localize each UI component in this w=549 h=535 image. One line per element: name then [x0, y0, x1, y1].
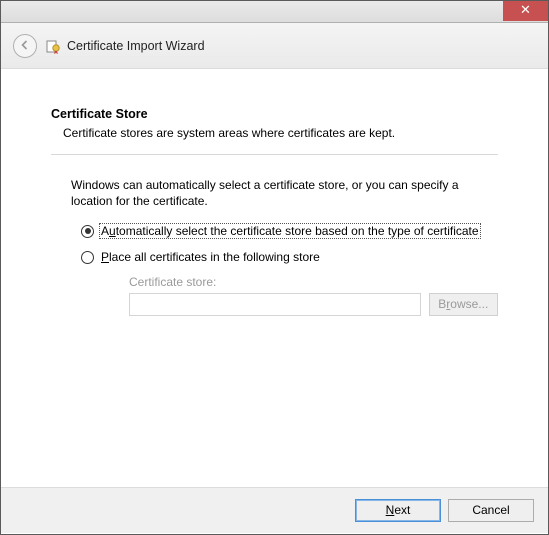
store-block: Certificate store: Browse... [129, 275, 498, 316]
radio-icon [81, 251, 94, 264]
radio-place-label: Place all certificates in the following … [99, 249, 322, 265]
divider [51, 154, 498, 155]
arrow-left-icon [19, 38, 31, 54]
radio-place-store[interactable]: Place all certificates in the following … [81, 249, 498, 265]
footer: Next Cancel [1, 487, 548, 533]
browse-button: Browse... [429, 293, 498, 316]
wizard-header: Certificate Import Wizard [1, 23, 548, 69]
wizard-title: Certificate Import Wizard [67, 39, 205, 53]
section-title: Certificate Store [51, 107, 498, 121]
close-button[interactable]: ✕ [503, 1, 548, 21]
certificate-wizard-icon [45, 38, 61, 54]
radio-group: Automatically select the certificate sto… [81, 223, 498, 316]
back-button[interactable] [13, 34, 37, 58]
radio-icon [81, 225, 94, 238]
radio-auto-select[interactable]: Automatically select the certificate sto… [81, 223, 498, 239]
radio-auto-label: Automatically select the certificate sto… [99, 223, 481, 239]
section-description: Certificate stores are system areas wher… [63, 126, 498, 140]
next-button[interactable]: Next [355, 499, 441, 522]
store-label: Certificate store: [129, 275, 498, 289]
close-icon: ✕ [520, 2, 531, 17]
titlebar: ✕ [1, 1, 548, 23]
cancel-button[interactable]: Cancel [448, 499, 534, 522]
instruction-text: Windows can automatically select a certi… [71, 177, 498, 209]
certificate-store-input [129, 293, 421, 316]
content-area: Certificate Store Certificate stores are… [1, 69, 548, 487]
